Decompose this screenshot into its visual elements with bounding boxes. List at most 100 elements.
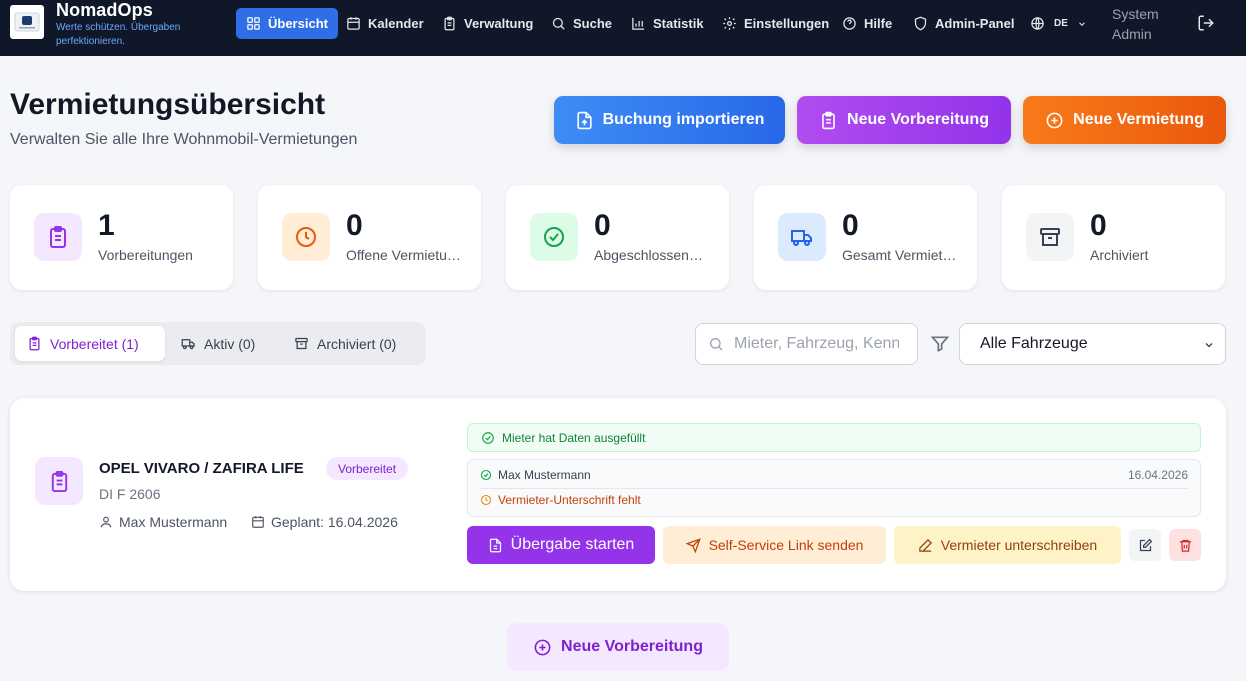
planned-date-info: Geplant: 16.04.2026 <box>251 514 398 530</box>
nav-item-admin-panel[interactable]: Admin-Panel <box>903 8 1024 39</box>
chevron-down-icon <box>1079 21 1085 26</box>
edit-icon <box>1139 538 1152 551</box>
button-label: Buchung importieren <box>602 111 765 128</box>
status-badge: Vorbereitet <box>326 457 409 480</box>
start-handover-button[interactable]: Übergabe starten <box>467 526 655 564</box>
customer-info: Max Mustermann <box>99 514 227 530</box>
nav-label: Admin-Panel <box>935 16 1015 31</box>
help-circle-icon <box>843 17 856 30</box>
search-icon <box>552 17 565 30</box>
check-circle-icon <box>482 431 494 444</box>
page-subtitle: Verwalten Sie alle Ihre Wohnmobil-Vermie… <box>10 131 358 148</box>
button-label: Übergabe starten <box>510 536 635 553</box>
nav-label: Statistik <box>653 16 704 31</box>
app-name: NomadOps <box>56 0 153 20</box>
stat-card-completed-rentals[interactable]: 0 Abgeschlossene Vermietungen <box>506 185 729 290</box>
stat-value: 0 <box>346 209 363 242</box>
top-navbar: NomadOps Werte schützen. Übergaben perfe… <box>0 0 1246 56</box>
plus-circle-icon <box>1046 112 1063 128</box>
clipboard-icon <box>444 16 455 31</box>
user-name[interactable]: System Admin <box>1112 4 1182 44</box>
shield-icon <box>914 16 927 31</box>
app-logo[interactable] <box>10 5 44 39</box>
file-upload-icon <box>576 111 592 129</box>
pen-icon <box>919 538 932 552</box>
new-rental-button[interactable]: Neue Vermietung <box>1023 96 1226 144</box>
button-label: Neue Vorbereitung <box>561 638 703 655</box>
tenant-status-text: Mieter hat Daten ausgefüllt <box>502 430 646 445</box>
grid-icon <box>247 17 260 30</box>
user-icon <box>100 516 112 528</box>
new-preparation-bottom-button[interactable]: Neue Vorbereitung <box>507 623 729 671</box>
nav-item-hilfe[interactable]: Hilfe <box>832 8 902 39</box>
nav-item-statistik[interactable]: Statistik <box>621 8 714 39</box>
tenant-signature-row: Max Mustermann <box>480 468 591 482</box>
planned-date: Geplant: 16.04.2026 <box>271 514 398 530</box>
nav-item-uebersicht[interactable]: Übersicht <box>236 8 338 39</box>
nav-item-kalender[interactable]: Kalender <box>336 8 434 39</box>
clock-icon <box>480 494 492 506</box>
stat-value: 0 <box>1090 209 1107 242</box>
edit-button[interactable] <box>1129 529 1161 561</box>
stat-label: Gesamt Vermietungen <box>842 247 958 263</box>
calendar-icon <box>252 516 264 528</box>
check-circle-icon <box>480 469 492 481</box>
language-code: DE <box>1054 18 1068 29</box>
stat-value: 0 <box>842 209 859 242</box>
archive-icon <box>295 337 308 350</box>
signature-name: Max Mustermann <box>498 468 591 482</box>
nav-item-einstellungen[interactable]: Einstellungen <box>712 8 839 39</box>
signature-panel: Max Mustermann 16.04.2026 Vermieter-Unte… <box>467 459 1201 517</box>
vehicle-filter-select[interactable]: Alle Fahrzeuge <box>959 323 1226 365</box>
clipboard-icon <box>822 111 835 129</box>
nav-label: Kalender <box>368 16 424 31</box>
tab-label: Vorbereitet (1) <box>50 335 139 352</box>
calendar-icon <box>347 17 360 30</box>
stat-card-total-rentals[interactable]: 0 Gesamt Vermietungen <box>754 185 977 290</box>
tab-label: Aktiv (0) <box>204 335 256 352</box>
stat-value: 1 <box>98 209 115 242</box>
stat-label: Abgeschlossene Vermietungen <box>594 247 710 263</box>
landlord-sign-button[interactable]: Vermieter unterschreiben <box>894 526 1121 564</box>
divider <box>480 488 1188 489</box>
landlord-signature-row: Vermieter-Unterschrift fehlt <box>480 493 641 507</box>
search-box <box>695 323 918 365</box>
page-title: Vermietungsübersicht <box>10 88 326 121</box>
stat-card-open-rentals[interactable]: 0 Offene Vermietungen <box>258 185 481 290</box>
license-plate: DI F 2606 <box>99 486 161 502</box>
new-preparation-button[interactable]: Neue Vorbereitung <box>797 96 1011 144</box>
language-selector[interactable]: DE <box>1020 8 1097 39</box>
clock-icon <box>282 213 330 261</box>
stat-card-archived[interactable]: 0 Archiviert <box>1002 185 1225 290</box>
tab-prepared[interactable]: Vorbereitet (1) <box>15 326 165 361</box>
nav-item-verwaltung[interactable]: Verwaltung <box>432 8 543 39</box>
stat-label: Offene Vermietungen <box>346 247 462 263</box>
send-self-service-link-button[interactable]: Self-Service Link senden <box>663 526 886 564</box>
archive-icon <box>1026 213 1074 261</box>
button-label: Neue Vermietung <box>1073 111 1204 128</box>
file-text-icon <box>489 538 501 552</box>
button-label: Vermieter unterschreiben <box>940 537 1098 553</box>
app-tagline: Werte schützen. Übergaben perfektioniere… <box>56 22 181 47</box>
search-icon <box>710 338 723 351</box>
tab-archived[interactable]: Archiviert (0) <box>282 326 408 361</box>
delete-button[interactable] <box>1169 529 1201 561</box>
signature-missing-text: Vermieter-Unterschrift fehlt <box>498 493 641 507</box>
nav-label: Übersicht <box>268 16 328 31</box>
search-input[interactable] <box>734 335 899 353</box>
filter-icon[interactable] <box>930 334 950 354</box>
stat-label: Vorbereitungen <box>98 247 193 263</box>
tab-active[interactable]: Aktiv (0) <box>169 326 267 361</box>
clipboard-icon <box>34 213 82 261</box>
nav-label: Suche <box>573 16 613 31</box>
check-circle-icon <box>530 213 578 261</box>
stat-card-preparations[interactable]: 1 Vorbereitungen <box>10 185 233 290</box>
logout-button[interactable] <box>1197 14 1215 32</box>
nav-item-suche[interactable]: Suche <box>541 8 622 39</box>
gear-icon <box>723 17 736 30</box>
import-booking-button[interactable]: Buchung importieren <box>554 96 785 144</box>
stat-label: Archiviert <box>1090 247 1149 263</box>
bar-chart-icon <box>632 17 645 30</box>
truck-icon <box>778 213 826 261</box>
plus-circle-icon <box>534 639 551 655</box>
